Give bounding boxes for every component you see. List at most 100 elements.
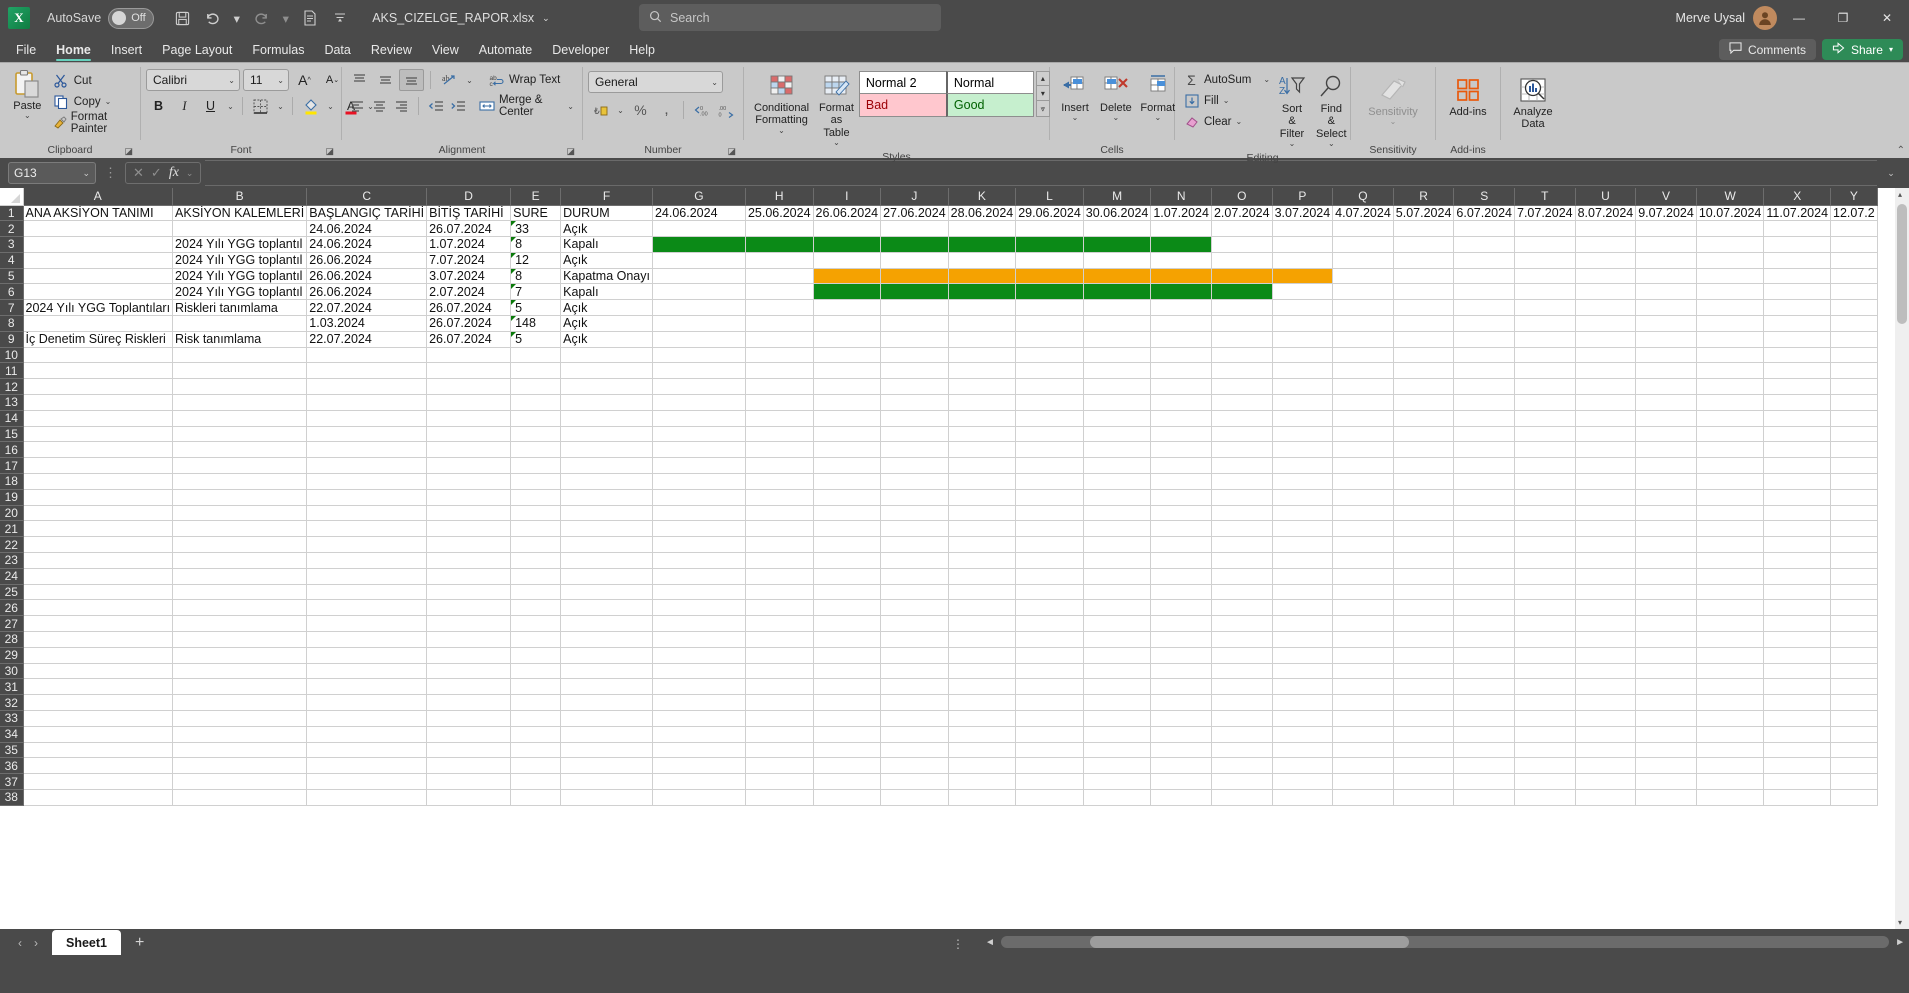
- cell-E6[interactable]: 7: [510, 283, 562, 301]
- horizontal-scroll-track[interactable]: [1000, 936, 1890, 948]
- table-row[interactable]: 11: [0, 362, 1878, 380]
- cell-A30[interactable]: [23, 663, 174, 680]
- cell-C6[interactable]: 26.06.2024: [306, 283, 428, 301]
- cell-A17[interactable]: [23, 457, 174, 475]
- cell-A9[interactable]: İç Denetim Süreç Riskleri: [23, 331, 174, 348]
- font-family-select[interactable]: Calibri ⌄: [146, 69, 240, 91]
- filename-area[interactable]: AKS_CIZELGE_RAPOR.xlsx ⌄: [372, 11, 549, 25]
- cell-U6[interactable]: [1575, 283, 1637, 301]
- cell-R12[interactable]: [1393, 378, 1455, 396]
- cell-Q30[interactable]: [1332, 663, 1394, 680]
- cell-F19[interactable]: [560, 489, 653, 506]
- table-row[interactable]: 25: [0, 584, 1878, 601]
- cell-D33[interactable]: [426, 710, 512, 727]
- cell-R19[interactable]: [1393, 489, 1455, 506]
- table-row[interactable]: 4 2024 Yılı YGG toplantıl 26.06.2024 7.07.2…: [0, 252, 1878, 269]
- cell-E35[interactable]: [510, 742, 562, 759]
- cell-T29[interactable]: [1514, 647, 1576, 664]
- cell-Y23[interactable]: [1830, 552, 1878, 569]
- cell-J22[interactable]: [880, 536, 949, 554]
- cell-S23[interactable]: [1453, 552, 1515, 569]
- cell-C33[interactable]: [306, 710, 428, 727]
- cell-X36[interactable]: [1763, 757, 1832, 775]
- cell-G27[interactable]: [652, 615, 746, 633]
- cell-X26[interactable]: [1763, 599, 1832, 617]
- cell-R24[interactable]: [1393, 568, 1455, 585]
- cell-T20[interactable]: [1514, 505, 1576, 522]
- cell-Y34[interactable]: [1830, 726, 1878, 743]
- cell-D2[interactable]: 26.07.2024: [426, 220, 512, 238]
- cell-X24[interactable]: [1763, 568, 1832, 585]
- cell-X19[interactable]: [1763, 489, 1832, 506]
- tab-automate[interactable]: Automate: [469, 41, 543, 62]
- row-header-22[interactable]: 22: [0, 536, 24, 554]
- cell-G29[interactable]: [652, 647, 746, 664]
- gantt-bar-cell-L3[interactable]: [1015, 236, 1084, 253]
- cell-U28[interactable]: [1575, 631, 1637, 648]
- cell-K28[interactable]: [948, 631, 1017, 648]
- cell-U27[interactable]: [1575, 615, 1637, 633]
- percent-style-button[interactable]: %: [628, 99, 653, 121]
- cell-C29[interactable]: [306, 647, 428, 664]
- cell-N25[interactable]: [1150, 584, 1212, 601]
- column-header-C[interactable]: C: [306, 188, 428, 206]
- cell-M15[interactable]: [1083, 426, 1152, 443]
- cell-M26[interactable]: [1083, 599, 1152, 617]
- cell-K12[interactable]: [948, 378, 1017, 396]
- cut-button[interactable]: Cut: [50, 70, 135, 91]
- row-header-27[interactable]: 27: [0, 615, 24, 633]
- chevron-down-icon[interactable]: ⌄: [228, 76, 235, 85]
- cell-J26[interactable]: [880, 599, 949, 617]
- borders-icon[interactable]: [248, 95, 273, 117]
- cell-E4[interactable]: 12: [510, 252, 562, 269]
- cell-R33[interactable]: [1393, 710, 1455, 727]
- customize-quick-access-icon[interactable]: [326, 5, 354, 31]
- cell-U23[interactable]: [1575, 552, 1637, 569]
- paste-button[interactable]: Paste ⌄: [5, 66, 50, 123]
- tab-insert[interactable]: Insert: [101, 41, 152, 62]
- row-header-5[interactable]: 5: [0, 268, 24, 285]
- cell-O34[interactable]: [1211, 726, 1273, 743]
- cell-Q35[interactable]: [1332, 742, 1394, 759]
- decrease-decimal-icon[interactable]: .00 0: [714, 99, 739, 121]
- cell-T21[interactable]: [1514, 520, 1576, 538]
- cell-E8[interactable]: 148: [510, 315, 562, 332]
- cell-E20[interactable]: [510, 505, 562, 522]
- cell-D3[interactable]: 1.07.2024: [426, 236, 512, 253]
- cell-H11[interactable]: [745, 362, 814, 380]
- row-header-1[interactable]: 1: [0, 205, 24, 222]
- wrap-text-button[interactable]: ab c Wrap Text: [485, 70, 563, 91]
- cell-V25[interactable]: [1635, 584, 1697, 601]
- cell-U10[interactable]: [1575, 347, 1637, 364]
- cell-G16[interactable]: [652, 441, 746, 459]
- cell-T24[interactable]: [1514, 568, 1576, 585]
- gantt-bar-cell-I8[interactable]: [813, 315, 882, 332]
- cell-A12[interactable]: [23, 378, 174, 396]
- gantt-bar-cell-K3[interactable]: [948, 236, 1017, 253]
- cell-O19[interactable]: [1211, 489, 1273, 506]
- gantt-bar-cell-V8[interactable]: [1635, 315, 1697, 332]
- gantt-bar-cell-R4[interactable]: [1393, 252, 1455, 269]
- cell-R27[interactable]: [1393, 615, 1455, 633]
- cell-U32[interactable]: [1575, 694, 1637, 711]
- cell-L36[interactable]: [1015, 757, 1084, 775]
- cell-W9[interactable]: [1696, 331, 1765, 348]
- cell-B17[interactable]: [172, 457, 308, 475]
- cell-K16[interactable]: [948, 441, 1017, 459]
- cell-U26[interactable]: [1575, 599, 1637, 617]
- scroll-up-icon[interactable]: ▴: [1898, 190, 1902, 199]
- cell-L33[interactable]: [1015, 710, 1084, 727]
- cell-T36[interactable]: [1514, 757, 1576, 775]
- cell-N7[interactable]: [1150, 299, 1212, 317]
- gantt-bar-cell-Q4[interactable]: [1332, 252, 1394, 269]
- cell-M14[interactable]: [1083, 410, 1152, 427]
- cell-U5[interactable]: [1575, 268, 1637, 285]
- cell-E19[interactable]: [510, 489, 562, 506]
- gantt-bar-cell-S2[interactable]: [1453, 220, 1515, 238]
- cell-Y10[interactable]: [1830, 347, 1878, 364]
- cell-E30[interactable]: [510, 663, 562, 680]
- gantt-bar-cell-W4[interactable]: [1696, 252, 1765, 269]
- cell-S34[interactable]: [1453, 726, 1515, 743]
- gantt-bar-cell-J6[interactable]: [880, 283, 949, 301]
- cell-S31[interactable]: [1453, 678, 1515, 696]
